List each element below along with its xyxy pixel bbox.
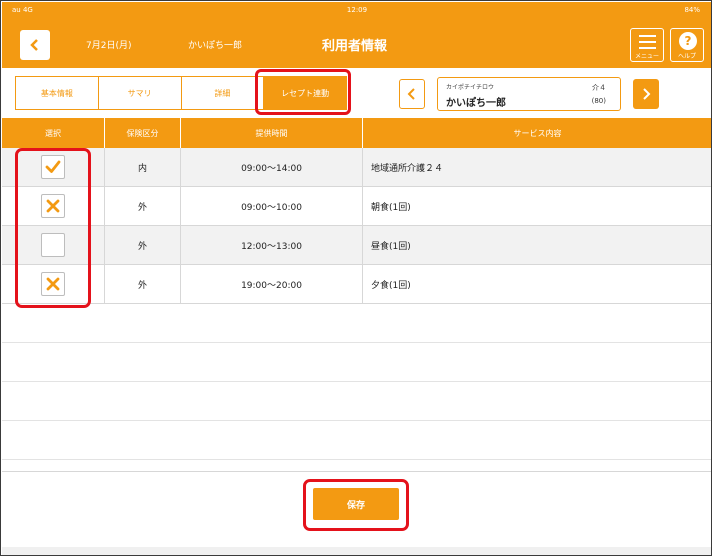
table-header: 選択 保険区分 提供時間 サービス内容 [2,118,711,148]
help-button[interactable]: ? ヘルプ [670,28,704,62]
chevron-left-icon [30,39,38,51]
header-date: 7月2日(月) [86,41,132,51]
table-row: 外 19:00～20:00 夕食(1回) [2,265,711,304]
patient-selector[interactable]: カイポチイチロウ かいぽち一郎 介４ (80) [437,77,621,111]
empty-row [2,343,711,382]
cell-service: 昼食(1回) [371,241,411,252]
highlight-frame-tab [255,69,351,115]
cell-time: 19:00～20:00 [181,265,363,303]
column-header-insurance: 保険区分 [105,118,181,148]
battery-label: 84% [684,6,700,14]
cell-insurance: 外 [105,187,181,225]
table-row: 内 09:00～14:00 地域通所介護２４ [2,148,711,187]
empty-row [2,382,711,421]
patient-kana: カイポチイチロウ [446,84,495,91]
chevron-left-icon [407,88,415,100]
header-user-name: かいぽち一郎 [188,41,243,51]
next-patient-button[interactable] [633,79,659,109]
header: 7月2日(月) かいぽち一郎 利用者情報 メニュー ? ヘルプ [2,20,711,68]
cell-service: 夕食(1回) [371,280,411,291]
app-frame: au 4G 12:09 84% 7月2日(月) かいぽち一郎 利用者情報 メニュ… [0,0,712,556]
help-label: ヘルプ [677,53,696,60]
tab-summary[interactable]: サマリ [99,77,182,109]
cell-service: 朝食(1回) [371,202,411,213]
tab-basic-info[interactable]: 基本情報 [16,77,99,109]
back-button[interactable] [20,30,50,60]
question-icon: ? [679,32,697,50]
column-header-select: 選択 [2,118,105,148]
cell-time: 12:00～13:00 [181,226,363,264]
cell-insurance: 内 [105,148,181,186]
empty-row [2,304,711,343]
cell-service: 地域通所介護２４ [371,163,444,174]
prev-patient-button[interactable] [399,79,425,109]
cell-time: 09:00～14:00 [181,148,363,186]
cell-time: 09:00～10:00 [181,187,363,225]
table-row: 外 09:00～10:00 朝食(1回) [2,187,711,226]
patient-care-level: 介４ [592,84,606,92]
table-row: 外 12:00～13:00 昼食(1回) [2,226,711,265]
empty-row [2,421,711,460]
column-header-service: サービス内容 [513,128,562,138]
column-header-time: 提供時間 [181,118,363,148]
page-title: 利用者情報 [322,39,388,54]
menu-button[interactable]: メニュー [630,28,664,62]
clock: 12:09 [346,6,368,14]
tab-details[interactable]: 詳細 [182,77,265,109]
highlight-frame-save [303,479,409,531]
status-bar: au 4G 12:09 84% [2,2,711,20]
patient-name: かいぽち一郎 [446,98,506,109]
cell-insurance: 外 [105,265,181,303]
patient-age: (80) [591,97,606,105]
cell-insurance: 外 [105,226,181,264]
highlight-frame-checkboxes [15,148,91,308]
bottom-strip [2,547,711,555]
menu-label: メニュー [634,53,659,60]
chevron-right-icon [643,88,651,100]
